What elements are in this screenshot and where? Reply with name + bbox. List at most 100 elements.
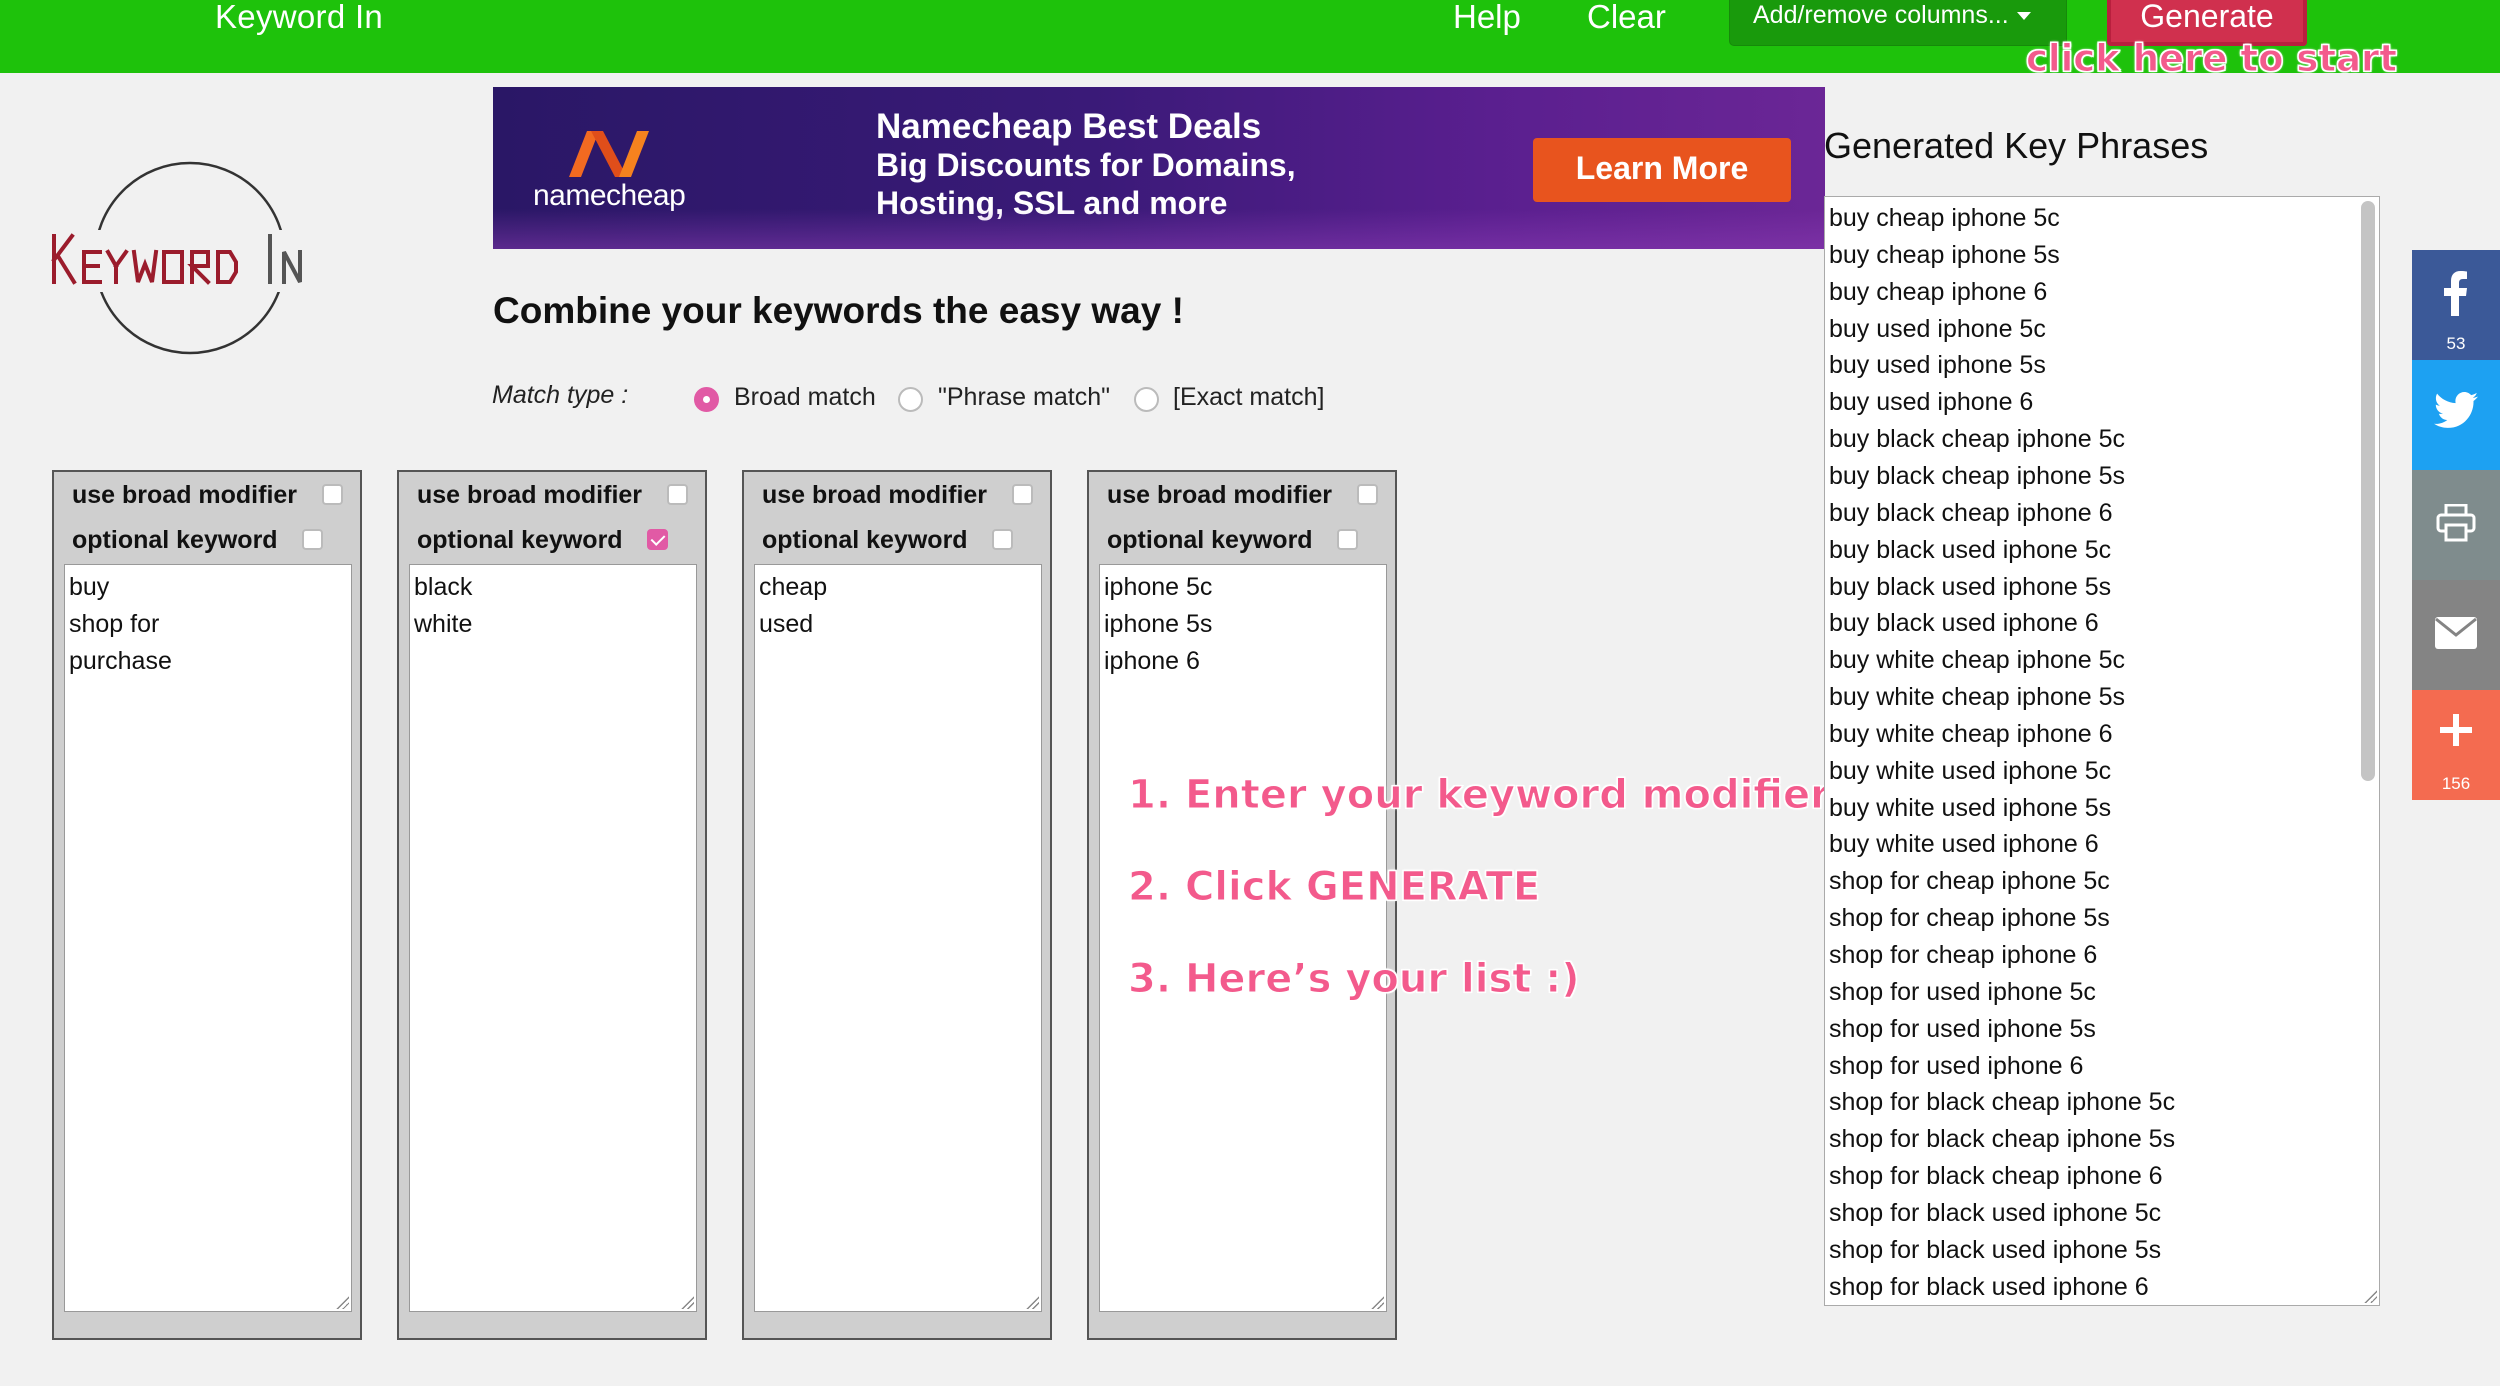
broad-modifier-checkbox[interactable] (1357, 484, 1378, 505)
resize-handle[interactable] (2363, 1289, 2377, 1303)
broad-modifier-checkbox[interactable] (667, 484, 688, 505)
keyword-line: iphone 5c (1104, 573, 1213, 601)
instruction-step-2: 2. Click GENERATE (1127, 864, 1541, 911)
generate-callout: click here to start (2026, 37, 2398, 81)
broad-modifier-label: use broad modifier (72, 481, 298, 509)
keyword-column-2: use broad modifier optional keyword blac… (397, 470, 707, 1340)
broad-modifier-checkbox[interactable] (322, 484, 343, 505)
namecheap-brand-text: namecheap (533, 179, 686, 212)
generated-phrase: buy white used iphone 6 (1829, 830, 2099, 859)
generated-phrase: buy black used iphone 5c (1829, 535, 2112, 564)
generated-phrase: shop for cheap iphone 5s (1829, 904, 2110, 933)
optional-keyword-label: optional keyword (1107, 526, 1313, 554)
namecheap-ad-banner[interactable]: namecheap Namecheap Best Deals Big Disco… (493, 87, 1825, 249)
add-remove-columns-button[interactable]: Add/remove columns... (1729, 0, 2067, 46)
keyword-line: used (759, 610, 814, 638)
broad-match-radio[interactable] (694, 387, 719, 412)
instruction-step-1: 1. Enter your keyword modifier (1128, 772, 1831, 819)
learn-more-button[interactable]: Learn More (1533, 138, 1791, 202)
generated-phrase: buy white used iphone 5c (1829, 756, 2112, 785)
generated-phrase: shop for black used iphone 5c (1829, 1198, 2162, 1227)
generated-phrase: shop for cheap iphone 5c (1829, 867, 2110, 896)
generated-phrase: buy white cheap iphone 5c (1829, 646, 2126, 675)
keyword-column-3: use broad modifier optional keyword chea… (742, 470, 1052, 1340)
more-share-count: 156 (2441, 774, 2471, 793)
phrase-match-label[interactable]: "Phrase match" (938, 383, 1110, 412)
keyword-textarea[interactable]: buy shop for purchase (64, 564, 352, 1312)
generated-phrase: buy used iphone 5s (1829, 351, 2046, 380)
keyword-line: shop for (69, 610, 160, 638)
keywordin-logo[interactable] (48, 160, 338, 360)
generated-phrases-title: Generated Key Phrases (1824, 125, 2209, 166)
keyword-line: buy (69, 573, 110, 601)
generated-phrase: buy black cheap iphone 5c (1829, 425, 2126, 454)
keyword-line: white (414, 610, 473, 638)
more-share-button[interactable]: 156 (2412, 690, 2500, 800)
phrase-match-radio[interactable] (898, 387, 923, 412)
generated-phrase: shop for used iphone 5c (1829, 977, 2096, 1006)
twitter-icon (2434, 392, 2478, 435)
generated-phrase: buy white used iphone 5s (1829, 793, 2112, 822)
generated-phrase: buy black cheap iphone 6 (1829, 498, 2113, 527)
generated-phrase: buy cheap iphone 5s (1829, 240, 2060, 269)
resize-handle[interactable] (335, 1295, 349, 1309)
generated-phrase: shop for used iphone 6 (1829, 1051, 2084, 1080)
print-icon (2436, 503, 2476, 547)
generated-phrase: buy black used iphone 5s (1829, 572, 2112, 601)
page-title: Combine your keywords the easy way ! (493, 290, 1184, 331)
optional-keyword-checkbox[interactable] (647, 529, 668, 550)
exact-match-label[interactable]: [Exact match] (1173, 383, 1324, 412)
ad-title: Namecheap Best Deals (876, 107, 1262, 146)
optional-keyword-checkbox[interactable] (302, 529, 323, 550)
broad-modifier-label: use broad modifier (417, 481, 643, 509)
keyword-textarea[interactable]: cheap used (754, 564, 1042, 1312)
print-share-button[interactable] (2412, 470, 2500, 580)
help-link[interactable]: Help (1453, 0, 1521, 36)
resize-handle[interactable] (680, 1295, 694, 1309)
exact-match-radio[interactable] (1134, 387, 1159, 412)
generated-phrase: shop for black cheap iphone 5s (1829, 1125, 2176, 1154)
optional-keyword-label: optional keyword (417, 526, 623, 554)
generated-phrase: shop for black cheap iphone 6 (1829, 1162, 2163, 1191)
keyword-line: cheap (759, 573, 828, 601)
ad-line-1: Big Discounts for Domains, (876, 147, 1296, 183)
brand-link[interactable]: Keyword In (215, 0, 383, 36)
keyword-line: iphone 5s (1104, 610, 1213, 638)
keyword-line: iphone 6 (1104, 647, 1200, 675)
broad-modifier-label: use broad modifier (762, 481, 988, 509)
generated-phrase: buy cheap iphone 5c (1829, 204, 2060, 232)
optional-keyword-checkbox[interactable] (992, 529, 1013, 550)
broad-modifier-label: use broad modifier (1107, 481, 1333, 509)
facebook-icon (2442, 270, 2468, 321)
namecheap-logo-icon (565, 127, 655, 184)
clear-link[interactable]: Clear (1587, 0, 1666, 36)
optional-keyword-checkbox[interactable] (1337, 529, 1358, 550)
broad-match-label[interactable]: Broad match (734, 383, 876, 412)
generated-phrase: buy black used iphone 6 (1829, 609, 2099, 638)
resize-handle[interactable] (1025, 1295, 1039, 1309)
keyword-textarea[interactable]: iphone 5c iphone 5s iphone 6 (1099, 564, 1387, 1312)
keyword-textarea[interactable]: black white (409, 564, 697, 1312)
generated-phrase: shop for black used iphone 5s (1829, 1235, 2162, 1264)
keyword-column-1: use broad modifier optional keyword buy … (52, 470, 362, 1340)
match-type-label: Match type : (492, 381, 629, 409)
generated-phrases-textarea[interactable]: buy cheap iphone 5c buy cheap iphone 5s bu… (1824, 196, 2380, 1306)
facebook-share-button[interactable]: 53 (2412, 250, 2500, 360)
generated-phrase: shop for black cheap iphone 5c (1829, 1088, 2176, 1117)
resize-handle[interactable] (1370, 1295, 1384, 1309)
generated-phrase: buy used iphone 6 (1829, 388, 2034, 417)
results-scrollbar[interactable] (2361, 201, 2375, 781)
twitter-share-button[interactable] (2412, 360, 2500, 470)
generated-phrase: buy used iphone 5c (1829, 314, 2046, 343)
optional-keyword-label: optional keyword (762, 526, 968, 554)
broad-modifier-checkbox[interactable] (1012, 484, 1033, 505)
add-remove-columns-label: Add/remove columns... (1753, 1, 2009, 29)
generated-phrase: shop for black used iphone 6 (1829, 1272, 2149, 1301)
caret-down-icon (2016, 12, 2031, 21)
generated-phrase: buy white cheap iphone 5s (1829, 683, 2126, 712)
email-share-button[interactable] (2412, 580, 2500, 690)
ad-line-2: Hosting, SSL and more (876, 185, 1228, 221)
generated-phrase: buy black cheap iphone 5s (1829, 461, 2126, 490)
generated-phrase: shop for used iphone 5s (1829, 1014, 2096, 1043)
plus-icon (2440, 714, 2472, 751)
